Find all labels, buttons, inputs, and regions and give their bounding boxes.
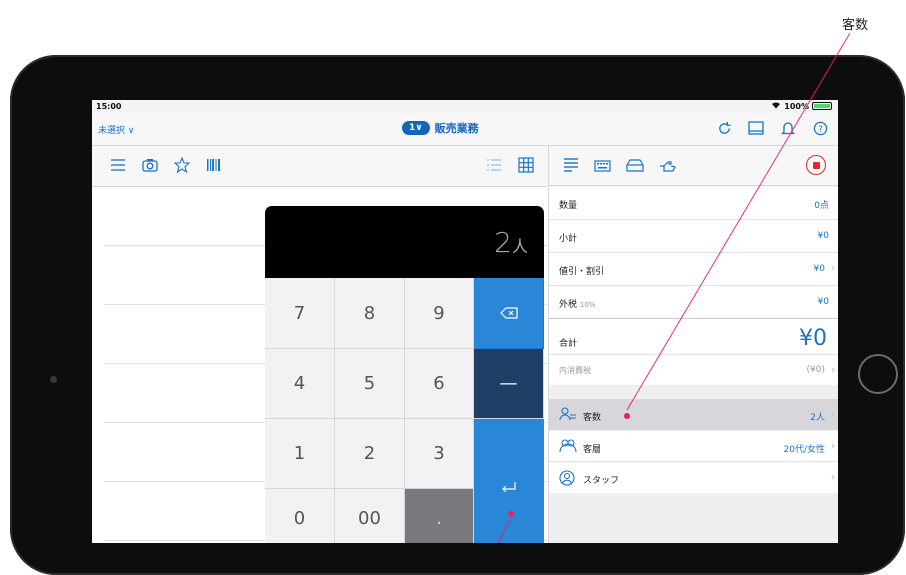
callout-leader-line (497, 32, 851, 543)
